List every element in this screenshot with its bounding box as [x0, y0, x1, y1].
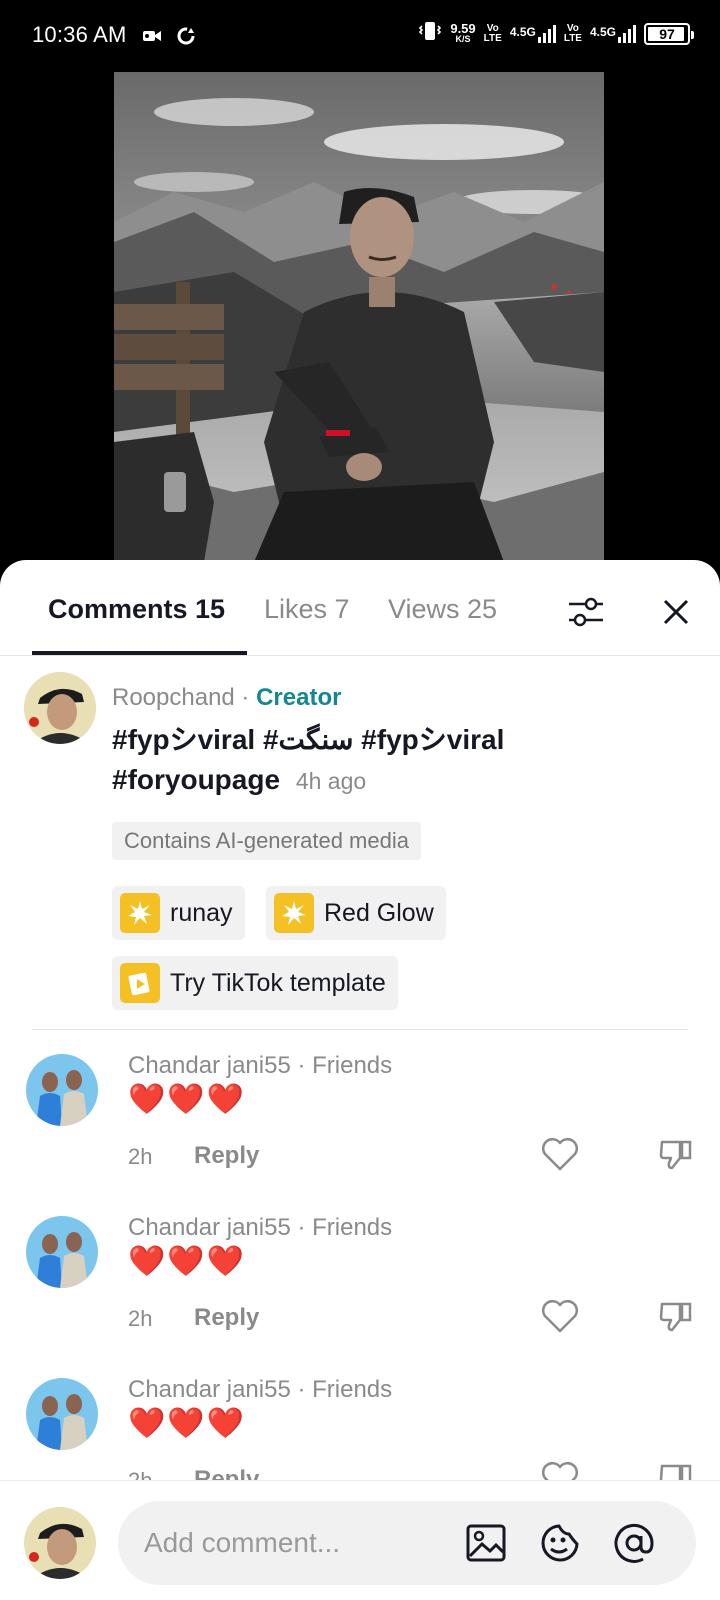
template-icon — [120, 963, 160, 1003]
try-template-button[interactable]: Try TikTok template — [112, 956, 398, 1010]
post-caption: #fypシviral #سنگت #fypシviral #foryoupage … — [112, 724, 505, 795]
avatar[interactable] — [24, 1507, 96, 1579]
comment-input-container — [118, 1501, 696, 1585]
comment-time: 2h — [128, 1306, 153, 1331]
tab-comments[interactable]: Comments 15 — [48, 594, 225, 625]
dislike-icon[interactable] — [658, 1136, 694, 1177]
status-bar: 10:36 AM 9.59 K/S Vo LTE 4.5G Vo LTE 4.5 — [0, 0, 720, 70]
close-icon[interactable] — [652, 588, 700, 636]
vibrate-icon — [418, 20, 442, 47]
sim1-volte: Vo LTE — [483, 22, 502, 44]
sim2-volte: Vo LTE — [563, 22, 582, 44]
signal-bars-icon — [618, 24, 636, 43]
reply-button[interactable]: Reply — [194, 1304, 259, 1332]
comment-item: Chandar jani55 · Friends ❤️❤️❤️ 2h Reply — [0, 1208, 720, 1368]
avatar[interactable] — [26, 1378, 98, 1450]
comment-composer — [0, 1480, 720, 1600]
comment-time: 2h — [128, 1144, 153, 1169]
tab-views[interactable]: Views 25 — [388, 594, 497, 625]
creator-name-line: Roopchand · Creator — [112, 684, 342, 711]
effect-icon — [120, 893, 160, 933]
comment-item: Chandar jani55 · Friends ❤️❤️❤️ 2h Reply — [0, 1046, 720, 1206]
heart-icon[interactable] — [540, 1136, 580, 1177]
image-icon[interactable] — [464, 1521, 508, 1565]
filter-icon[interactable] — [562, 588, 610, 636]
divider — [32, 1029, 688, 1030]
comments-sheet: Comments 15 Likes 7 Views 25 Roopchand ·… — [0, 560, 720, 1600]
dislike-icon[interactable] — [658, 1298, 694, 1339]
ai-generated-label[interactable]: Contains AI-generated media — [112, 822, 421, 860]
creator-username[interactable]: Roopchand — [112, 684, 235, 711]
avatar[interactable] — [26, 1216, 98, 1288]
post-photo[interactable] — [114, 72, 604, 562]
status-time: 10:36 AM — [32, 22, 127, 47]
avatar[interactable] — [26, 1054, 98, 1126]
active-tab-indicator — [32, 651, 247, 655]
video-camera-icon — [142, 28, 162, 49]
comment-text: ❤️❤️❤️ — [128, 1245, 247, 1278]
network-speed: 9.59 K/S — [450, 20, 476, 44]
comment-author[interactable]: Chandar jani55 · Friends — [128, 1052, 392, 1080]
sim1-signal: 4.5G — [510, 24, 556, 43]
effect-icon — [274, 893, 314, 933]
avatar[interactable] — [24, 672, 96, 744]
effect-chip-runay[interactable]: runay — [112, 886, 245, 940]
mention-icon[interactable] — [612, 1521, 656, 1565]
creator-badge: Creator — [256, 684, 342, 711]
heart-icon[interactable] — [540, 1298, 580, 1339]
signal-bars-icon — [537, 24, 556, 43]
comment-author[interactable]: Chandar jani55 · Friends — [128, 1376, 392, 1404]
comment-text: ❤️❤️❤️ — [128, 1083, 247, 1116]
tab-likes[interactable]: Likes 7 — [264, 594, 350, 625]
sheet-tabs: Comments 15 Likes 7 Views 25 — [0, 560, 720, 656]
post-time: 4h ago — [295, 768, 367, 794]
comment-input[interactable] — [144, 1501, 444, 1585]
comment-author[interactable]: Chandar jani55 · Friends — [128, 1214, 392, 1242]
battery-indicator: 97 — [644, 22, 694, 45]
comment-text: ❤️❤️❤️ — [128, 1407, 247, 1440]
effect-chip-red-glow[interactable]: Red Glow — [266, 886, 446, 940]
reply-button[interactable]: Reply — [194, 1142, 259, 1170]
sim2-signal: 4.5G — [590, 24, 636, 43]
emoji-icon[interactable] — [538, 1521, 582, 1565]
sync-icon — [176, 26, 196, 51]
